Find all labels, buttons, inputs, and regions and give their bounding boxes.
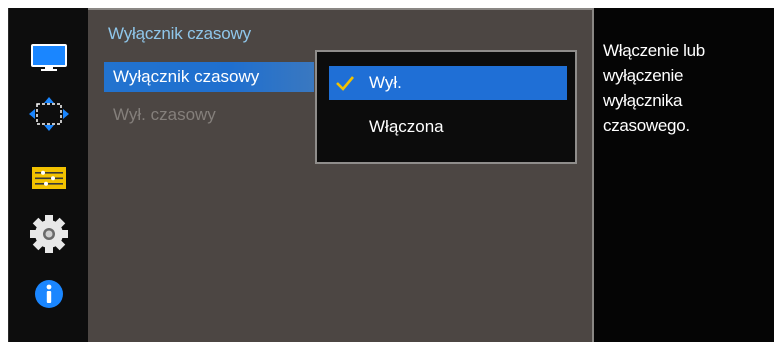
- checkmark-icon: [335, 66, 359, 100]
- gear-icon[interactable]: [9, 212, 89, 256]
- menu-title: Wyłącznik czasowy: [108, 24, 251, 43]
- option-dropdown: Wył. Włączona: [315, 50, 577, 164]
- icon-sidebar: [8, 8, 89, 342]
- option-on[interactable]: Włączona: [329, 110, 567, 144]
- menu-item-off-timer[interactable]: Wyłącznik czasowy: [104, 62, 314, 92]
- info-icon[interactable]: [9, 272, 89, 316]
- description-text: Włączenie lub wyłączenie wyłącznika czas…: [603, 41, 705, 135]
- description-panel: Włączenie lub wyłączenie wyłącznika czas…: [594, 8, 774, 342]
- monitor-icon[interactable]: [9, 36, 89, 80]
- option-on-label: Włączona: [369, 117, 444, 136]
- option-off-label: Wył.: [369, 73, 402, 92]
- picture-size-icon[interactable]: [9, 92, 89, 136]
- option-off[interactable]: Wył.: [329, 66, 567, 100]
- menu-panel: Wyłącznik czasowy Wyłącznik czasowy Wył.…: [88, 8, 594, 342]
- system-settings-icon[interactable]: [9, 156, 89, 200]
- osd-menu: Wyłącznik czasowy Wyłącznik czasowy Wył.…: [0, 0, 774, 343]
- menu-item-turn-off-after: Wył. czasowy: [113, 105, 216, 124]
